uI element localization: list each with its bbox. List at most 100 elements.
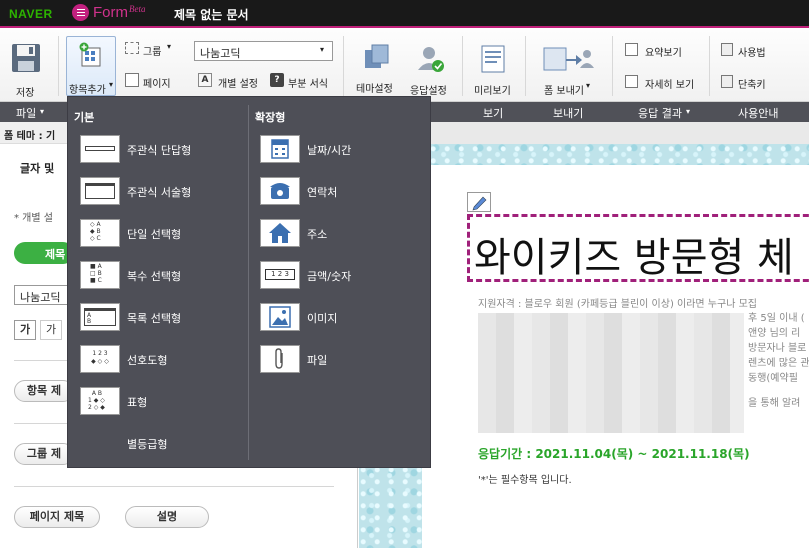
form-card: 와이키즈 방문형 체 지원자격 : 블로우 회원 (카페등급 블린이 이상) 이… [422,165,809,548]
menu-item-multiple-choice[interactable]: ■ A □ B ■ C 복수 선택형 [80,261,250,289]
preview-label: 미리보기 [474,86,511,97]
page-label: 페이지 [143,79,171,90]
group-button[interactable]: 그룹 ▾ [125,40,185,58]
text-format-icon: A [198,73,212,87]
form-title: 와이키즈 방문형 체 [474,235,794,281]
edit-pencil-button[interactable] [467,192,491,212]
add-item-button[interactable]: 항목추가 ▾ [66,36,116,96]
menu-item-label: 별등급형 [127,438,168,451]
form-logo-word: Form [93,4,128,21]
menu-item-single-choice[interactable]: ◇ A ◆ B ◇ C 단일 선택형 [80,219,250,247]
font-select-value: 나눔고딕 [200,47,241,60]
menu-item-label: 복수 선택형 [127,270,182,283]
theme-settings-label: 테마설정 [356,84,393,95]
individual-note: * 개별 설 [14,213,53,224]
send-form-button[interactable]: 폼 보내기 ▾ [538,40,602,97]
item-edit-button[interactable]: 항목 제 [14,380,74,402]
shortcut-button[interactable]: 단축키 [721,74,791,92]
save-label: 저장 [16,88,35,99]
page-button[interactable]: 페이지 [125,72,185,90]
help-icon: ? [270,73,284,87]
menu-item-contact[interactable]: 연락처 [260,177,430,205]
description-button[interactable]: 설명 [125,506,209,528]
extended-section-header: 확장형 [255,111,286,124]
single-choice-icon: ◇ A ◆ B ◇ C [80,219,120,247]
book-icon [721,43,733,56]
menu-item-star-rating[interactable]: 별등급형 [80,429,250,457]
body-line: 을 통해 알려 [748,398,801,409]
ribbon-divider [343,36,344,96]
preference-icon: 1 2 3 ◆ ◇ ◇ [80,345,120,373]
category-view[interactable]: 보기 [483,105,503,121]
menu-item-label: 목록 선택형 [127,312,182,325]
category-help[interactable]: 사용안내 [738,105,778,121]
menu-item-file[interactable]: 파일 [260,345,430,373]
menu-item-number[interactable]: 1 2 3 금액/숫자 [260,261,430,289]
individual-settings-button[interactable]: A 개별 설정 [198,72,262,90]
response-settings-button[interactable]: 응답설정 [410,40,452,97]
left-font-select[interactable]: 나눔고딕 [14,285,74,305]
menu-item-short-answer[interactable]: 주관식 단답형 [80,135,250,163]
group-icon [125,42,139,54]
font-section-title: 글자 및 [20,162,55,175]
menu-item-preference[interactable]: 1 2 3 ◆ ◇ ◇ 선호도형 [80,345,250,373]
group-edit-button[interactable]: 그룹 제 [14,443,74,465]
naver-logo[interactable]: NAVER [9,7,53,21]
menu-item-dropdown-list[interactable]: AB 목록 선택형 [80,303,250,331]
add-item-menu: 기본 확장형 주관식 단답형 주관식 서술형 ◇ A ◆ B ◇ C 단일 선택형 … [67,96,431,468]
menu-item-address[interactable]: 주소 [260,219,430,247]
summary-view-button[interactable]: 요약보기 [625,42,705,60]
menu-item-label: 주소 [307,228,328,241]
menu-item-label: 표형 [127,396,148,409]
detail-view-button[interactable]: 자세히 보기 [625,74,705,92]
ribbon-divider [462,36,463,96]
save-button[interactable]: 저장 [6,34,48,99]
form-logo[interactable]: Form Beta [72,4,146,21]
theme-settings-button[interactable]: 테마설정 [356,40,396,96]
form-title-box[interactable]: 와이키즈 방문형 체 [467,214,809,282]
short-answer-icon [80,135,120,163]
left-font-value: 나눔고딕 [20,291,61,304]
title-tab-button[interactable]: 제목 [14,242,74,264]
long-answer-icon [80,177,120,205]
italic-toggle[interactable]: 가 [40,320,62,340]
dropdown-list-icon: AB [80,303,120,331]
body-line: 앤양 님의 리 [748,328,801,339]
body-line: 방문자나 블로 [748,343,807,354]
ribbon-divider [525,36,526,96]
summary-view-label: 요약보기 [645,48,682,59]
pencil-icon [472,196,487,211]
group-label: 그룹 [143,47,162,58]
beta-label: Beta [129,3,146,14]
category-response-results[interactable]: 응답 결과 [638,105,682,121]
add-item-label: 항목추가 [69,85,106,96]
save-icon [12,44,40,72]
preview-button[interactable]: 미리보기 [472,40,514,97]
category-send[interactable]: 보내기 [553,105,583,121]
home-icon [260,219,300,247]
body-line: 동행(예약필 [748,373,798,384]
menu-item-label: 날짜/시간 [307,144,352,157]
phone-icon [260,177,300,205]
menu-item-date-time[interactable]: 날짜/시간 [260,135,430,163]
menu-item-label: 이미지 [307,312,338,325]
summary-icon [625,43,638,56]
title-tab-label: 제목 [45,248,66,261]
category-file[interactable]: 파일 [16,105,36,121]
partial-format-button[interactable]: ? 부분 서식 [270,72,336,90]
page-title-button[interactable]: 페이지 제목 [14,506,100,528]
bold-toggle[interactable]: 가 [14,320,36,340]
menu-item-long-answer[interactable]: 주관식 서술형 [80,177,250,205]
top-bar: NAVER Form Beta 제목 없는 문서 [0,0,809,28]
menu-item-label: 파일 [307,354,328,367]
ribbon-divider [709,36,710,96]
usage-button[interactable]: 사용법 [721,42,791,60]
response-settings-label: 응답설정 [410,86,447,97]
page-icon [125,73,139,87]
divider [14,486,334,487]
chevron-down-icon: ▾ [109,80,114,89]
menu-item-image[interactable]: 이미지 [260,303,430,331]
menu-item-table[interactable]: A B1 ◆ ◇ 2 ◇ ◆ 표형 [80,387,250,415]
document-title[interactable]: 제목 없는 문서 [174,6,249,23]
font-select[interactable]: 나눔고딕 ▾ [194,41,333,61]
